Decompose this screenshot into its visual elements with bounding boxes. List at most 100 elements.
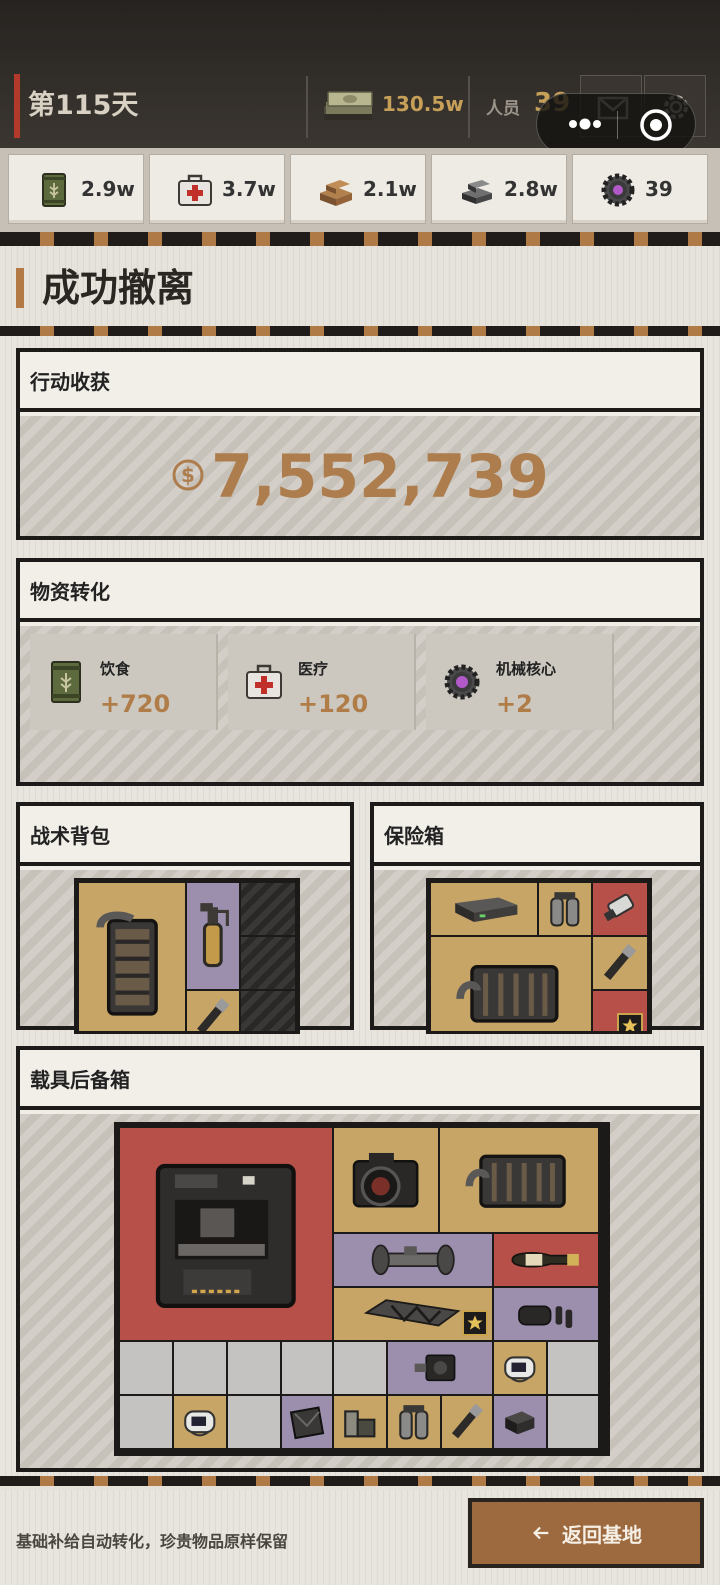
star-icon: [467, 1315, 483, 1330]
item-gas-tanks[interactable]: [386, 1394, 442, 1450]
item-camera[interactable]: [332, 1126, 440, 1234]
empty-slot[interactable]: [226, 1394, 282, 1450]
resource-medical-value: 3.7w: [222, 177, 276, 201]
item-rare-valuable[interactable]: [591, 989, 649, 1031]
empty-slot[interactable]: [280, 1340, 334, 1396]
conversion-label: 医疗: [298, 660, 329, 678]
resource-core-value: 39: [645, 177, 673, 201]
empty-slot[interactable]: [118, 1394, 174, 1450]
empty-slot[interactable]: [172, 1340, 228, 1396]
empty-slot[interactable]: [332, 1340, 388, 1396]
earnings-panel: 行动收获 $ 7,552,739: [16, 348, 704, 540]
backpack-panel: 战术背包: [16, 802, 354, 1034]
item-oximeter[interactable]: [492, 1340, 548, 1396]
resource-medical[interactable]: 3.7w: [149, 154, 285, 224]
item-supply-boxes[interactable]: [332, 1394, 388, 1450]
empty-slot[interactable]: [118, 1340, 174, 1396]
trunk-body: [20, 1114, 700, 1468]
item-champagne[interactable]: [492, 1232, 600, 1288]
earbuds-case-icon: [518, 1305, 573, 1329]
return-base-button[interactable]: 返回基地: [468, 1498, 704, 1568]
safebox-grid: [426, 878, 652, 1034]
flashlight-icon: [451, 1403, 484, 1439]
conversion-item-medical: 医疗 +120: [228, 634, 416, 730]
mech-core-icon: [444, 664, 480, 700]
resource-core[interactable]: 39: [572, 154, 708, 224]
return-base-label: 返回基地: [562, 1522, 642, 1547]
printer-machine-icon: [156, 1164, 296, 1309]
item-usb-drive[interactable]: [591, 881, 649, 937]
resource-steel[interactable]: 2.8w: [431, 154, 567, 224]
top-status-bar: 第115天 130.5w 人员 39: [0, 0, 720, 155]
item-black-module[interactable]: [492, 1394, 548, 1450]
item-oximeter[interactable]: [172, 1394, 228, 1450]
pipe-crate-icon: [456, 964, 559, 1023]
earnings-amount: 7,552,739: [211, 442, 549, 512]
grenade-canister-icon: [200, 902, 230, 967]
conversion-title: 物资转化: [20, 562, 700, 622]
food-can-icon: [42, 173, 66, 207]
empty-locked-slot: [239, 935, 297, 991]
food-can-icon: [51, 661, 81, 703]
item-flashlight[interactable]: [591, 935, 649, 991]
black-module-icon: [505, 1411, 535, 1435]
usb-drive-icon: [604, 893, 635, 922]
close-target-icon[interactable]: [639, 108, 673, 142]
resource-food[interactable]: 2.9w: [8, 154, 144, 224]
footer-bar: 基础补给自动转化，珍贵物品原样保留 返回基地: [0, 1490, 720, 1585]
conversion-panel: 物资转化 饮食 +720 医疗 +120 机械核心 +2: [16, 558, 704, 786]
item-flashlight[interactable]: [440, 1394, 494, 1450]
rare-star-badge: [462, 1310, 488, 1336]
conversion-value: +120: [298, 690, 369, 718]
divider: [468, 76, 470, 138]
resource-bar: 2.9w 3.7w 2.1w 2.8w 39: [0, 148, 720, 232]
steel-ingot-icon: [462, 180, 492, 204]
gas-tanks-icon: [399, 1405, 429, 1440]
conversion-value: +2: [496, 690, 533, 718]
item-rail-bracket[interactable]: [332, 1286, 494, 1342]
item-envelope-pack[interactable]: [280, 1394, 334, 1450]
item-flashlight[interactable]: [185, 989, 241, 1031]
earnings-title: 行动收获: [20, 352, 700, 412]
item-3d-printer[interactable]: [118, 1126, 334, 1342]
empty-slot[interactable]: [226, 1340, 282, 1396]
more-dots-icon[interactable]: [559, 109, 619, 139]
medkit-icon: [178, 174, 212, 206]
item-pipe-crate[interactable]: [77, 881, 187, 1031]
earnings-body: $ 7,552,739: [20, 416, 700, 536]
item-router[interactable]: [429, 881, 539, 937]
resource-wood[interactable]: 2.1w: [290, 154, 426, 224]
footer-note: 基础补给自动转化，珍贵物品原样保留: [16, 1532, 289, 1551]
item-pipe-crate-large[interactable]: [429, 935, 593, 1031]
backpack-grid: [74, 878, 300, 1034]
flashlight-icon: [604, 944, 637, 981]
earnings-amount-row: $ 7,552,739: [20, 442, 700, 512]
empty-slot[interactable]: [546, 1340, 600, 1396]
miniprogram-capsule[interactable]: [536, 93, 696, 155]
safebox-body: [374, 870, 700, 1034]
item-earbuds[interactable]: [492, 1286, 600, 1342]
item-grenade[interactable]: [185, 881, 241, 991]
title-bar: 成功撤离: [0, 246, 720, 330]
router-box-icon: [454, 897, 517, 923]
item-servo-motor[interactable]: [386, 1340, 494, 1396]
empty-locked-slot: [239, 989, 297, 1031]
title-accent: [16, 268, 24, 308]
item-pipe-crate[interactable]: [438, 1126, 600, 1234]
hazard-stripe: [0, 326, 720, 336]
pulse-oximeter-icon: [184, 1410, 216, 1437]
empty-slot[interactable]: [546, 1394, 600, 1450]
mech-core-icon: [601, 173, 635, 207]
conversion-body: 饮食 +720 医疗 +120 机械核心 +2: [20, 626, 700, 782]
conversion-item-food: 饮食 +720: [30, 634, 218, 730]
item-pipe-fitting[interactable]: [332, 1232, 494, 1288]
medkit-icon: [246, 664, 282, 699]
envelope-pack-icon: [289, 1406, 325, 1440]
pipe-crate-icon: [465, 1155, 566, 1209]
page-title: 成功撤离: [42, 266, 195, 310]
item-gas-tanks[interactable]: [537, 881, 593, 937]
empty-locked-slot: [239, 881, 297, 937]
pulse-oximeter-icon: [504, 1356, 536, 1383]
money-amount: 130.5w: [382, 92, 464, 116]
arrow-left-icon: [533, 1526, 549, 1540]
